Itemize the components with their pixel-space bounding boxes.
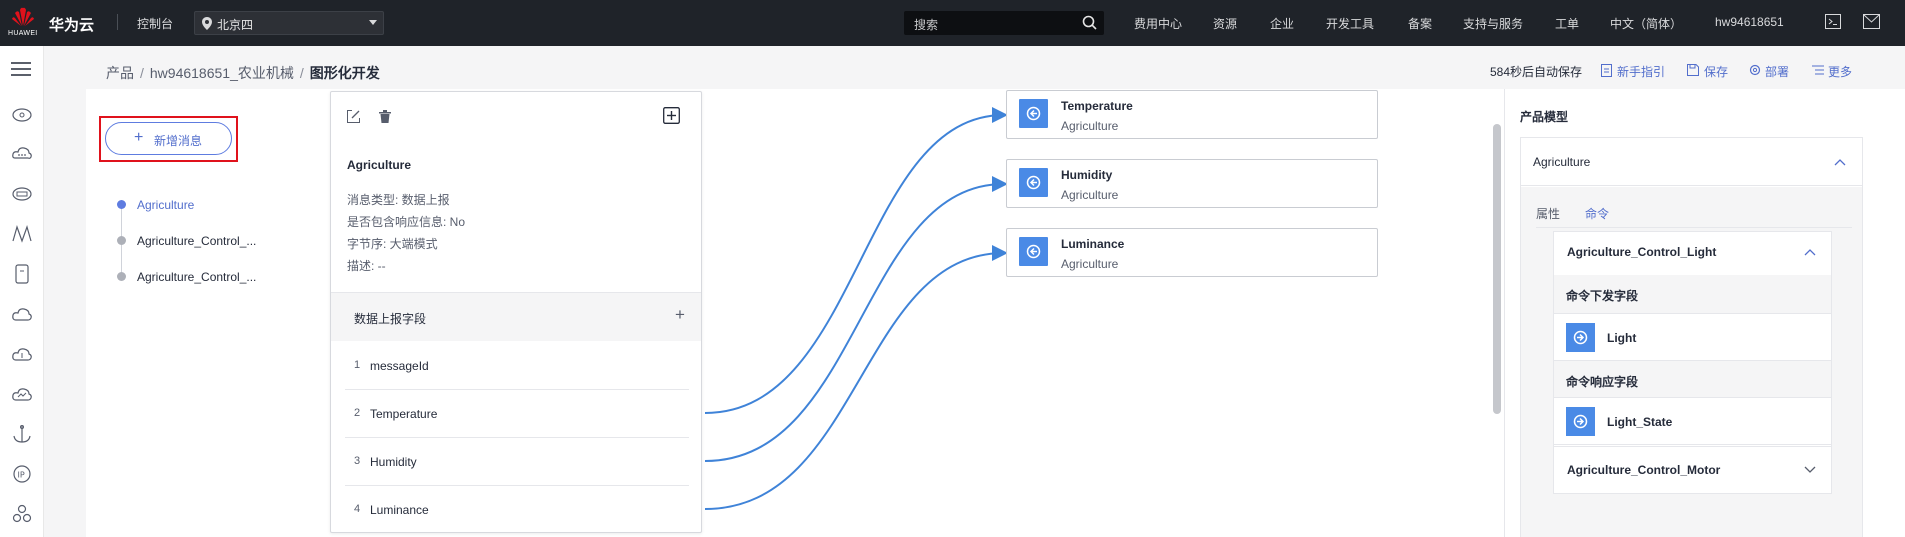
property-title: Humidity <box>1061 168 1113 182</box>
field-icon <box>1566 407 1595 436</box>
connector-temperature <box>704 107 1008 414</box>
connector-humidity <box>704 176 1008 462</box>
command-field-name: Light_State <box>1607 415 1673 429</box>
command-resp-label: 命令响应字段 <box>1566 375 1639 389</box>
command-field-name: Light <box>1607 331 1637 345</box>
field-icon <box>1566 323 1595 352</box>
service-header[interactable]: Agriculture <box>1521 138 1862 186</box>
canvas-scrollbar[interactable] <box>1493 124 1501 414</box>
property-icon <box>1019 99 1048 128</box>
connector-luminance <box>704 245 1008 510</box>
chevron-up-icon[interactable] <box>1834 158 1846 166</box>
property-subtitle: Agriculture <box>1061 119 1119 133</box>
tab-commands[interactable]: 命令 <box>1585 205 1609 222</box>
command-field[interactable]: Light <box>1554 313 1831 361</box>
command-field[interactable]: Light_State <box>1554 397 1831 445</box>
property-icon <box>1019 237 1048 266</box>
property-title: Luminance <box>1061 237 1125 251</box>
property-node[interactable]: Temperature Agriculture <box>1006 90 1378 139</box>
property-icon <box>1019 168 1048 197</box>
chevron-down-icon[interactable] <box>1804 466 1816 474</box>
tab-properties[interactable]: 属性 <box>1536 205 1560 222</box>
service-name: Agriculture <box>1533 155 1591 169</box>
property-subtitle: Agriculture <box>1061 257 1119 271</box>
chevron-up-icon[interactable] <box>1804 248 1816 256</box>
property-subtitle: Agriculture <box>1061 188 1119 202</box>
product-model-title: 产品模型 <box>1520 110 1569 124</box>
command-name[interactable]: Agriculture_Control_Light <box>1567 245 1716 259</box>
property-node[interactable]: Luminance Agriculture <box>1006 228 1378 277</box>
command-down-label: 命令下发字段 <box>1566 289 1639 303</box>
property-node[interactable]: Humidity Agriculture <box>1006 159 1378 208</box>
tab-divider <box>1536 227 1852 228</box>
property-title: Temperature <box>1061 99 1133 113</box>
command-name[interactable]: Agriculture_Control_Motor <box>1567 463 1720 477</box>
